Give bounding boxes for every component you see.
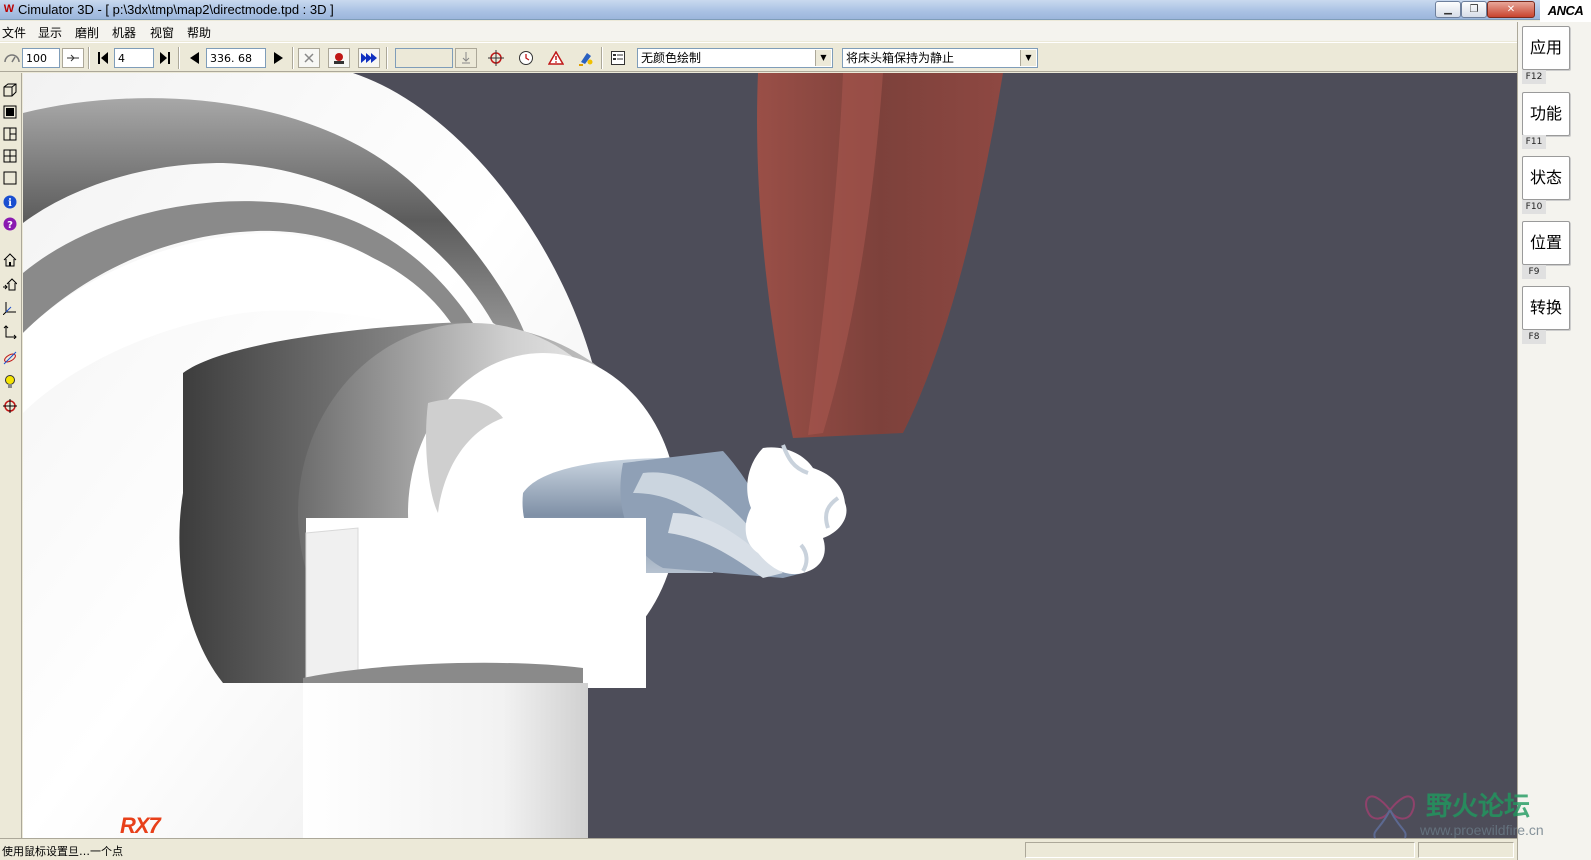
clock-icon[interactable] (515, 48, 537, 68)
separator (386, 47, 388, 69)
menu-grinding[interactable]: 磨削 (75, 24, 99, 41)
home-arrow-icon[interactable] (1, 275, 19, 293)
butterfly-logo-icon (1365, 795, 1415, 839)
watermark-url: www.proewildfire.cn (1420, 822, 1544, 838)
maximize-button[interactable]: ❐ (1461, 1, 1487, 18)
tool-rest-side (305, 527, 359, 689)
3d-viewport[interactable]: RX7 (23, 73, 1517, 838)
list-icon[interactable] (607, 48, 629, 68)
status-pane (1025, 842, 1415, 858)
separator (601, 47, 603, 69)
position-button[interactable]: 位置 (1522, 221, 1570, 265)
target-icon[interactable] (485, 48, 507, 68)
close-button[interactable]: ✕ (1487, 1, 1535, 18)
right-panel: 应用 F12 功能 F11 状态 F10 位置 F9 转换 F8 (1517, 22, 1591, 860)
title-bar: W Cimulator 3D - [ p:\3dx\tmp\map2\direc… (0, 0, 1540, 20)
rx7-logo: RX7 (120, 813, 161, 838)
view-quad-icon[interactable] (1, 147, 19, 165)
speed-slider-button[interactable] (62, 48, 84, 68)
chevron-down-icon[interactable]: ▼ (1020, 50, 1036, 66)
view-3d-box-icon[interactable] (1, 81, 19, 99)
position-input[interactable] (206, 48, 266, 68)
chevron-down-icon[interactable]: ▼ (815, 50, 831, 66)
status-bar: 使用鼠标设置旦…一个点 (0, 838, 1517, 860)
status-pane (1418, 842, 1514, 858)
view-single-icon[interactable] (1, 169, 19, 187)
apply-key: F12 (1522, 70, 1546, 84)
menu-help[interactable]: 帮助 (187, 24, 211, 41)
watermark-text: 野火论坛 (1426, 792, 1531, 822)
anca-logo: ANCA (1540, 0, 1591, 22)
grinding-wheel (757, 73, 1003, 438)
record-icon[interactable] (328, 48, 350, 68)
paint-icon[interactable] (575, 48, 597, 68)
left-toolbar: i ? (0, 73, 22, 838)
app-icon: W (3, 3, 15, 15)
menu-display[interactable]: 显示 (38, 24, 62, 41)
speed-input[interactable] (22, 48, 60, 68)
machine-scene (23, 73, 1003, 838)
fast-forward-icon[interactable] (358, 48, 380, 68)
separator (88, 47, 90, 69)
light-bulb-icon[interactable] (1, 373, 19, 391)
axis-2d-icon[interactable] (1, 323, 19, 341)
download-icon[interactable] (455, 48, 477, 68)
svg-text:?: ? (7, 220, 13, 231)
menu-file[interactable]: 文件 (2, 24, 26, 41)
convert-key: F8 (1522, 330, 1546, 344)
status-button[interactable]: 状态 (1522, 156, 1570, 200)
menu-bar: 文件 显示 磨削 机器 视窗 帮助 (0, 21, 1540, 41)
rest-post (303, 683, 588, 838)
empty-field[interactable] (395, 48, 453, 68)
separator (292, 47, 294, 69)
first-step-button[interactable] (94, 48, 112, 68)
color-mode-value: 无颜色绘制 (641, 51, 702, 65)
toolbar: 无颜色绘制 ▼ 将床头箱保持为静止 ▼ (0, 42, 1540, 72)
apply-button[interactable]: 应用 (1522, 26, 1570, 70)
view-split-icon[interactable] (1, 125, 19, 143)
play-forward-button[interactable] (268, 48, 288, 68)
convert-button[interactable]: 转换 (1522, 286, 1570, 330)
minimize-button[interactable]: ▁ (1435, 1, 1461, 18)
status-text: 使用鼠标设置旦…一个点 (2, 845, 123, 858)
color-mode-select[interactable]: 无颜色绘制 ▼ (637, 48, 833, 68)
info-icon[interactable]: i (1, 193, 19, 211)
view-front-icon[interactable] (1, 103, 19, 121)
path-icon[interactable] (1, 349, 19, 367)
watermark: 野火论坛 www.proewildfire.cn (1360, 780, 1560, 840)
last-step-button[interactable] (156, 48, 174, 68)
function-key: F11 (1522, 135, 1546, 149)
position-key: F9 (1522, 265, 1546, 279)
stop-button[interactable] (298, 48, 320, 68)
headstock-mode-value: 将床头箱保持为静止 (846, 51, 955, 65)
function-button[interactable]: 功能 (1522, 92, 1570, 136)
crosshair-icon[interactable] (1, 397, 19, 415)
window-title: Cimulator 3D - [ p:\3dx\tmp\map2\directm… (18, 2, 334, 17)
status-key: F10 (1522, 200, 1546, 214)
help-icon[interactable]: ? (1, 215, 19, 233)
warning-icon[interactable] (545, 48, 567, 68)
speed-icon (2, 48, 22, 68)
step-input[interactable] (114, 48, 154, 68)
menu-machine[interactable]: 机器 (112, 24, 136, 41)
svg-text:i: i (8, 198, 12, 209)
separator (178, 47, 180, 69)
play-backward-button[interactable] (184, 48, 204, 68)
headstock-mode-select[interactable]: 将床头箱保持为静止 ▼ (842, 48, 1038, 68)
home-icon[interactable] (1, 251, 19, 269)
menu-window[interactable]: 视窗 (150, 24, 174, 41)
axis-icon[interactable] (1, 299, 19, 317)
